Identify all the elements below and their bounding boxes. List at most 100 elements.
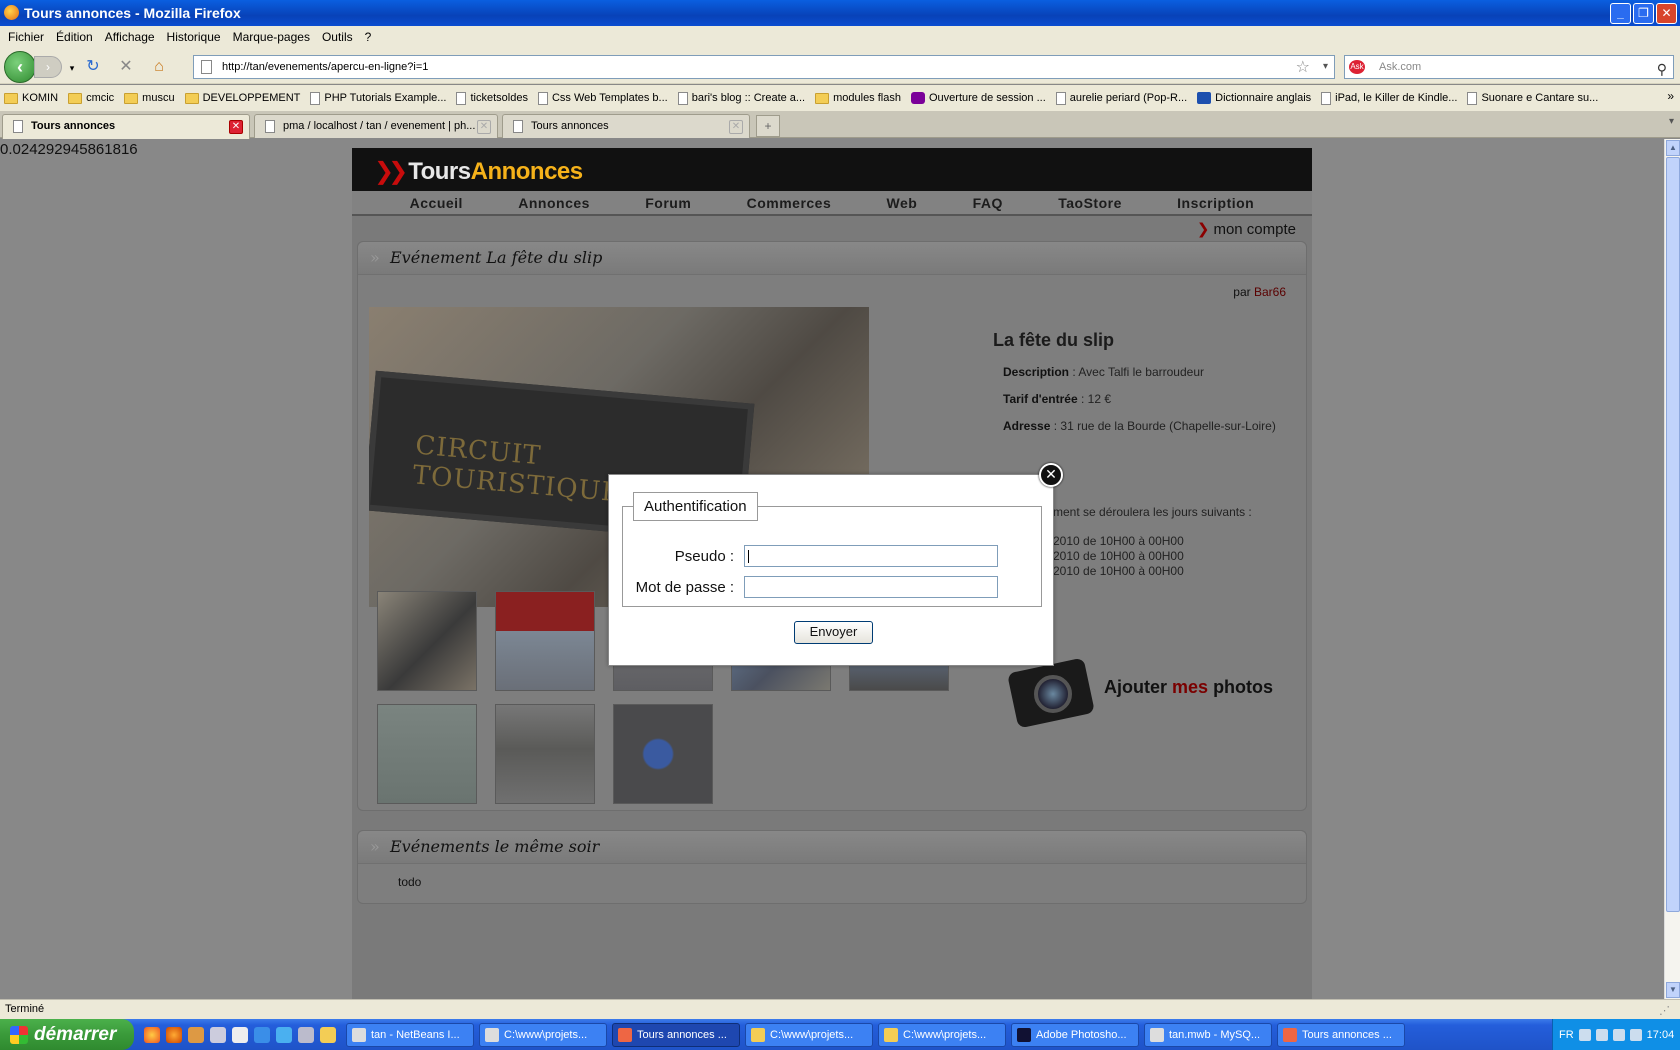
menu-marque-pages[interactable]: Marque-pages bbox=[229, 30, 314, 44]
taskbar-item[interactable]: C:\www\projets... bbox=[878, 1022, 1006, 1047]
author-link[interactable]: Bar66 bbox=[1254, 285, 1286, 299]
taskbar-item[interactable]: tan.mwb - MySQ... bbox=[1144, 1022, 1272, 1047]
bookmark-star-icon[interactable]: ☆ bbox=[1296, 57, 1310, 79]
bookmark-item[interactable]: ticketsoldes bbox=[456, 91, 528, 105]
taskbar-item[interactable]: Adobe Photosho... bbox=[1011, 1022, 1139, 1047]
forward-button[interactable]: › bbox=[34, 56, 62, 78]
bookmark-item[interactable]: KOMIN bbox=[4, 92, 58, 104]
folder-icon[interactable] bbox=[320, 1026, 336, 1043]
photoshop-icon bbox=[1017, 1027, 1031, 1042]
account-link[interactable]: ❯ mon compte bbox=[1197, 220, 1296, 238]
same-evening-body: todo bbox=[398, 875, 422, 889]
password-input[interactable] bbox=[744, 576, 998, 598]
bookmark-item[interactable]: iPad, le Killer de Kindle... bbox=[1321, 91, 1457, 105]
bookmark-item[interactable]: modules flash bbox=[815, 92, 901, 104]
ask-engine-icon[interactable]: Ask bbox=[1349, 60, 1365, 74]
minimize-button[interactable]: _ bbox=[1610, 3, 1631, 24]
maximize-button[interactable]: ❐ bbox=[1633, 3, 1654, 24]
bookmark-item[interactable]: Dictionnaire anglais bbox=[1197, 92, 1311, 104]
nav-faq[interactable]: FAQ bbox=[973, 195, 1003, 211]
schedule-row: 2010 de 10H00 à 00H00 bbox=[1053, 549, 1184, 563]
history-dropdown-icon[interactable]: ▾ bbox=[62, 58, 82, 78]
taskbar-item[interactable]: C:\www\projets... bbox=[479, 1022, 607, 1047]
tray-icon[interactable] bbox=[1612, 1028, 1625, 1041]
firefox-icon[interactable] bbox=[144, 1026, 160, 1043]
close-tab-icon[interactable]: ✕ bbox=[477, 120, 491, 134]
new-tab-button[interactable]: + bbox=[756, 115, 780, 137]
menu-edition[interactable]: Édition bbox=[52, 30, 97, 44]
ie-icon[interactable] bbox=[254, 1026, 270, 1043]
media-icon[interactable] bbox=[298, 1026, 314, 1043]
mysql-icon bbox=[1150, 1027, 1164, 1042]
nav-annonces[interactable]: Annonces bbox=[518, 195, 590, 211]
ie-icon[interactable] bbox=[276, 1026, 292, 1043]
photo-thumbnail[interactable] bbox=[495, 704, 595, 804]
photo-thumbnail[interactable] bbox=[613, 704, 713, 804]
bookmark-item[interactable]: DEVELOPPEMENT bbox=[184, 92, 300, 104]
home-icon[interactable]: ⌂ bbox=[149, 57, 169, 77]
bookmark-item[interactable]: Css Web Templates b... bbox=[537, 91, 668, 105]
tab-list-icon[interactable]: ▾ bbox=[1669, 116, 1674, 127]
scroll-down-icon[interactable]: ▼ bbox=[1666, 982, 1680, 998]
tab-tours-annonces-2[interactable]: Tours annonces ✕ bbox=[502, 114, 750, 138]
site-logo[interactable]: ❯❯ Tours Annonces bbox=[374, 157, 583, 186]
photo-thumbnail[interactable] bbox=[377, 704, 477, 804]
menu-affichage[interactable]: Affichage bbox=[101, 30, 159, 44]
nav-taostore[interactable]: TaoStore bbox=[1058, 195, 1122, 211]
reload-icon[interactable]: ↻ bbox=[83, 57, 103, 77]
taskbar-item[interactable]: C:\www\projets... bbox=[745, 1022, 873, 1047]
nav-web[interactable]: Web bbox=[887, 195, 918, 211]
vertical-scrollbar[interactable]: ▲ ▼ bbox=[1664, 139, 1680, 999]
url-bar[interactable]: http://tan/evenements/apercu-en-ligne?i=… bbox=[193, 55, 1335, 79]
app-icon[interactable] bbox=[232, 1026, 248, 1043]
folder-icon bbox=[124, 92, 139, 104]
nav-accueil[interactable]: Accueil bbox=[410, 195, 463, 211]
bookmark-item[interactable]: cmcic bbox=[68, 92, 114, 104]
stop-icon[interactable]: ✕ bbox=[116, 57, 136, 77]
bookmark-item[interactable]: aurelie periard (Pop-R... bbox=[1055, 91, 1187, 105]
nav-commerces[interactable]: Commerces bbox=[747, 195, 832, 211]
photo-thumbnail[interactable] bbox=[377, 591, 477, 691]
close-modal-icon[interactable]: ✕ bbox=[1039, 463, 1063, 487]
nav-forum[interactable]: Forum bbox=[645, 195, 691, 211]
taskbar-item[interactable]: Tours annonces ... bbox=[1277, 1022, 1405, 1047]
tab-tours-annonces[interactable]: Tours annonces ✕ bbox=[2, 114, 250, 139]
submit-button[interactable]: Envoyer bbox=[794, 621, 873, 644]
menu-outils[interactable]: Outils bbox=[318, 30, 357, 44]
nav-inscription[interactable]: Inscription bbox=[1177, 195, 1254, 211]
taskbar-item[interactable]: tan - NetBeans I... bbox=[346, 1022, 474, 1047]
tray-icon[interactable] bbox=[1578, 1028, 1591, 1041]
bookmark-item[interactable]: PHP Tutorials Example... bbox=[310, 91, 446, 105]
bookmark-item[interactable]: Ouverture de session ... bbox=[910, 92, 1046, 104]
scroll-up-icon[interactable]: ▲ bbox=[1666, 140, 1680, 156]
firefox-icon[interactable] bbox=[166, 1026, 182, 1043]
start-button[interactable]: démarrer bbox=[0, 1019, 134, 1050]
language-indicator[interactable]: FR bbox=[1559, 1029, 1574, 1041]
tab-pma[interactable]: pma / localhost / tan / evenement | ph..… bbox=[254, 114, 498, 138]
bookmark-item[interactable]: bari's blog :: Create a... bbox=[677, 91, 805, 105]
back-button[interactable]: ‹ bbox=[4, 51, 36, 83]
close-tab-icon[interactable]: ✕ bbox=[229, 120, 243, 134]
url-dropdown-icon[interactable]: ▾ bbox=[1323, 56, 1328, 78]
bookmark-item[interactable]: Suonare e Cantare su... bbox=[1467, 91, 1598, 105]
close-window-button[interactable]: ✕ bbox=[1656, 3, 1677, 24]
bookmark-item[interactable]: muscu bbox=[124, 92, 175, 104]
close-tab-icon[interactable]: ✕ bbox=[729, 120, 743, 134]
menu-fichier[interactable]: Fichier bbox=[4, 30, 48, 44]
editor-icon bbox=[485, 1027, 499, 1042]
menu-help[interactable]: ? bbox=[361, 30, 376, 44]
tool-icon[interactable] bbox=[210, 1026, 226, 1043]
taskbar-item[interactable]: Tours annonces ... bbox=[612, 1022, 740, 1047]
clock: 17:04 bbox=[1646, 1028, 1675, 1041]
pseudo-input[interactable] bbox=[744, 545, 998, 567]
tray-icon[interactable] bbox=[1629, 1028, 1642, 1041]
tray-icon[interactable] bbox=[1595, 1028, 1608, 1041]
search-input[interactable]: Ask Ask.com ⚲ bbox=[1344, 55, 1674, 79]
scroll-thumb[interactable] bbox=[1666, 157, 1680, 912]
photo-thumbnail[interactable] bbox=[495, 591, 595, 691]
menu-historique[interactable]: Historique bbox=[163, 30, 225, 44]
bookmarks-overflow-icon[interactable]: » bbox=[1667, 89, 1674, 103]
search-icon[interactable]: ⚲ bbox=[1657, 58, 1667, 80]
search-placeholder: Ask.com bbox=[1379, 61, 1422, 73]
messenger-icon[interactable] bbox=[188, 1026, 204, 1043]
